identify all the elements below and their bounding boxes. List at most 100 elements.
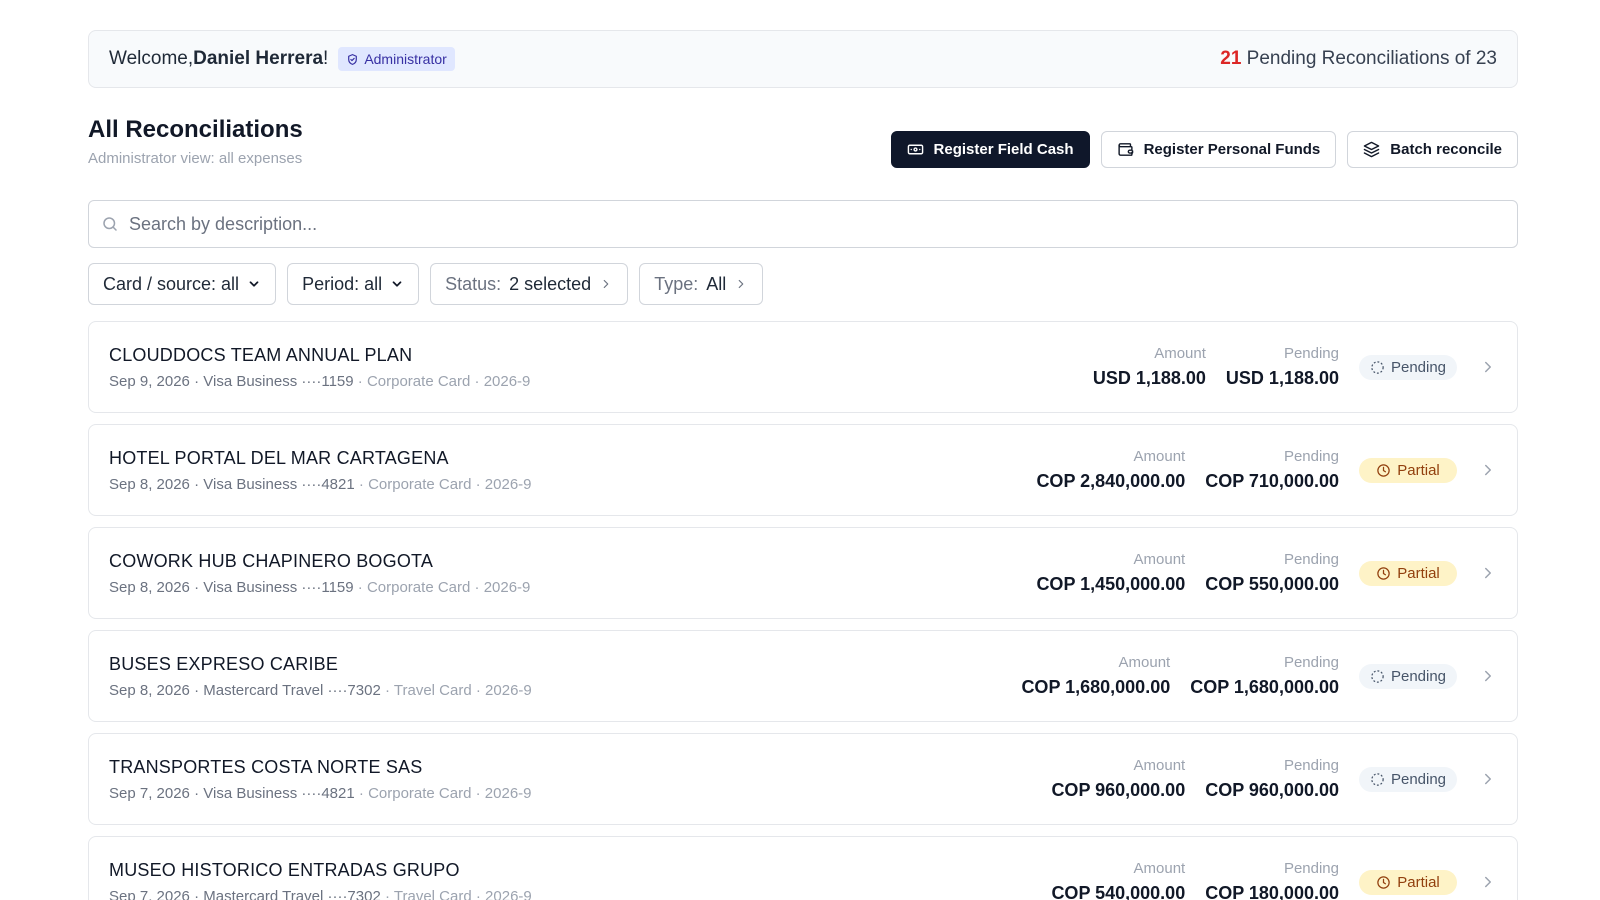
reconciliation-row[interactable]: CLOUDDOCS TEAM ANNUAL PLAN Sep 9, 2026 ·…	[88, 321, 1518, 413]
row-date: Sep 7, 2026	[109, 887, 190, 900]
welcome-bar: Welcome, Daniel Herrera ! Administrator …	[88, 30, 1518, 88]
row-date: Sep 8, 2026	[109, 681, 190, 699]
row-pending: COP 960,000.00	[1205, 780, 1339, 800]
batch-reconcile-label: Batch reconcile	[1390, 141, 1502, 158]
row-amount: COP 1,680,000.00	[1021, 677, 1171, 697]
row-info: HOTEL PORTAL DEL MAR CARTAGENA Sep 8, 20…	[109, 448, 1036, 493]
chevron-right-icon[interactable]	[1479, 564, 1497, 582]
row-amounts: Amount USD 1,188.00 Pending USD 1,188.00	[1093, 345, 1339, 389]
pending-summary: 21 Pending Reconciliations of 23	[1220, 48, 1497, 70]
pending-label: Pending	[1283, 345, 1339, 362]
reconciliation-row[interactable]: BUSES EXPRESO CARIBE Sep 8, 2026 · Maste…	[88, 630, 1518, 722]
type-filter-value: All	[706, 273, 727, 294]
chevron-right-icon[interactable]	[1479, 770, 1497, 788]
row-amount: COP 1,450,000.00	[1036, 574, 1186, 594]
row-date: Sep 7, 2026	[109, 784, 190, 802]
register-personal-funds-button[interactable]: Register Personal Funds	[1100, 131, 1337, 168]
status-label: Pending	[1390, 770, 1447, 788]
search-icon	[103, 217, 117, 231]
period-filter-label: Period: all	[302, 273, 383, 294]
row-info: CLOUDDOCS TEAM ANNUAL PLAN Sep 9, 2026 ·…	[109, 345, 1093, 390]
amount-label: Amount	[1133, 551, 1186, 568]
row-amounts: Amount COP 1,450,000.00 Pending COP 550,00…	[1036, 551, 1339, 595]
reconciliation-row[interactable]: HOTEL PORTAL DEL MAR CARTAGENA Sep 8, 20…	[88, 424, 1518, 516]
row-card: Visa Business ····4821	[203, 475, 355, 493]
pending-summary-text: Pending Reconciliations of 23	[1241, 48, 1497, 69]
amount-label: Amount	[1154, 345, 1206, 362]
row-card: Visa Business ····1159	[203, 578, 354, 596]
reconciliation-row[interactable]: COWORK HUB CHAPINERO BOGOTA Sep 8, 2026 …	[88, 527, 1518, 619]
row-date: Sep 8, 2026	[109, 578, 190, 596]
chevron-right-icon[interactable]	[1479, 667, 1497, 685]
row-period: 2026-9	[484, 784, 532, 802]
batch-reconcile-button[interactable]: Batch reconcile	[1347, 131, 1518, 168]
status-badge: Pending	[1359, 766, 1457, 792]
row-pending: COP 710,000.00	[1205, 471, 1339, 491]
row-meta: Sep 8, 2026 · Visa Business ····4821 · C…	[109, 475, 532, 493]
type-filter-label: Type:	[654, 273, 699, 294]
type-filter[interactable]: Type: All	[639, 263, 764, 305]
banknote-icon	[907, 144, 923, 155]
layers-icon	[1363, 141, 1380, 158]
row-card-type: Corporate Card	[368, 784, 472, 802]
dashed-circle-icon	[1371, 669, 1384, 683]
status-filter[interactable]: Status: 2 selected	[430, 263, 629, 305]
status-badge: Partial	[1359, 457, 1457, 483]
row-pending: COP 550,000.00	[1205, 574, 1339, 594]
row-info: MUSEO HISTORICO ENTRADAS GRUPO Sep 7, 20…	[109, 860, 1051, 900]
status-label: Partial	[1397, 564, 1440, 582]
row-amount: COP 960,000.00	[1051, 780, 1186, 800]
row-amount: COP 540,000.00	[1051, 883, 1186, 900]
pending-label: Pending	[1283, 654, 1339, 671]
filter-bar: Card / source: all Period: all Status: 2…	[88, 263, 764, 305]
row-card: Visa Business ····4821	[203, 784, 355, 802]
reconciliation-row[interactable]: MUSEO HISTORICO ENTRADAS GRUPO Sep 7, 20…	[88, 836, 1518, 900]
welcome-suffix: !	[323, 48, 329, 69]
row-date: Sep 8, 2026	[109, 475, 190, 493]
amount-label: Amount	[1133, 860, 1186, 877]
row-amounts: Amount COP 540,000.00 Pending COP 180,000.…	[1051, 860, 1339, 900]
row-pending: COP 1,680,000.00	[1190, 677, 1339, 697]
register-field-cash-button[interactable]: Register Field Cash	[890, 131, 1090, 168]
clock-icon	[1377, 463, 1390, 477]
row-meta: Sep 8, 2026 · Mastercard Travel ····7302…	[109, 681, 532, 699]
chevron-right-icon[interactable]	[1479, 873, 1497, 891]
row-card: Mastercard Travel ····7302	[203, 887, 381, 900]
role-badge-label: Administrator	[364, 51, 447, 67]
card-source-filter[interactable]: Card / source: all	[88, 263, 277, 305]
row-title: CLOUDDOCS TEAM ANNUAL PLAN	[109, 344, 413, 365]
row-card-type: Travel Card	[393, 681, 472, 699]
row-amount: COP 2,840,000.00	[1036, 471, 1186, 491]
row-card: Visa Business ····1159	[203, 372, 354, 390]
row-period: 2026-9	[484, 475, 532, 493]
register-personal-funds-label: Register Personal Funds	[1143, 141, 1321, 158]
status-label: Pending	[1390, 358, 1447, 376]
row-card: Mastercard Travel ····7302	[203, 681, 381, 699]
period-filter[interactable]: Period: all	[287, 263, 420, 305]
row-pending: COP 180,000.00	[1205, 883, 1339, 900]
pending-label: Pending	[1283, 860, 1339, 877]
status-label: Pending	[1390, 667, 1447, 685]
row-title: MUSEO HISTORICO ENTRADAS GRUPO	[109, 859, 460, 880]
row-card-type: Corporate Card	[366, 578, 471, 596]
chevron-right-icon[interactable]	[1479, 461, 1497, 479]
chevron-right-icon[interactable]	[1479, 358, 1497, 376]
pending-label: Pending	[1283, 448, 1339, 465]
role-badge: Administrator	[338, 47, 455, 71]
status-label: Partial	[1397, 461, 1440, 479]
row-period: 2026-9	[483, 578, 531, 596]
row-info: BUSES EXPRESO CARIBE Sep 8, 2026 · Maste…	[109, 654, 1021, 699]
chevron-down-icon	[249, 281, 259, 287]
amount-label: Amount	[1118, 654, 1171, 671]
amount-label: Amount	[1133, 757, 1186, 774]
clock-icon	[1377, 566, 1390, 580]
row-amounts: Amount COP 960,000.00 Pending COP 960,000.…	[1051, 757, 1339, 801]
row-card-type: Corporate Card	[368, 475, 472, 493]
chevron-down-icon	[392, 281, 402, 287]
amount-label: Amount	[1133, 448, 1186, 465]
status-label: Partial	[1397, 873, 1440, 891]
reconciliation-row[interactable]: TRANSPORTES COSTA NORTE SAS Sep 7, 2026 …	[88, 733, 1518, 825]
register-field-cash-label: Register Field Cash	[933, 141, 1074, 158]
search-input[interactable]	[129, 213, 1505, 235]
row-meta: Sep 8, 2026 · Visa Business ····1159 · C…	[109, 578, 531, 596]
